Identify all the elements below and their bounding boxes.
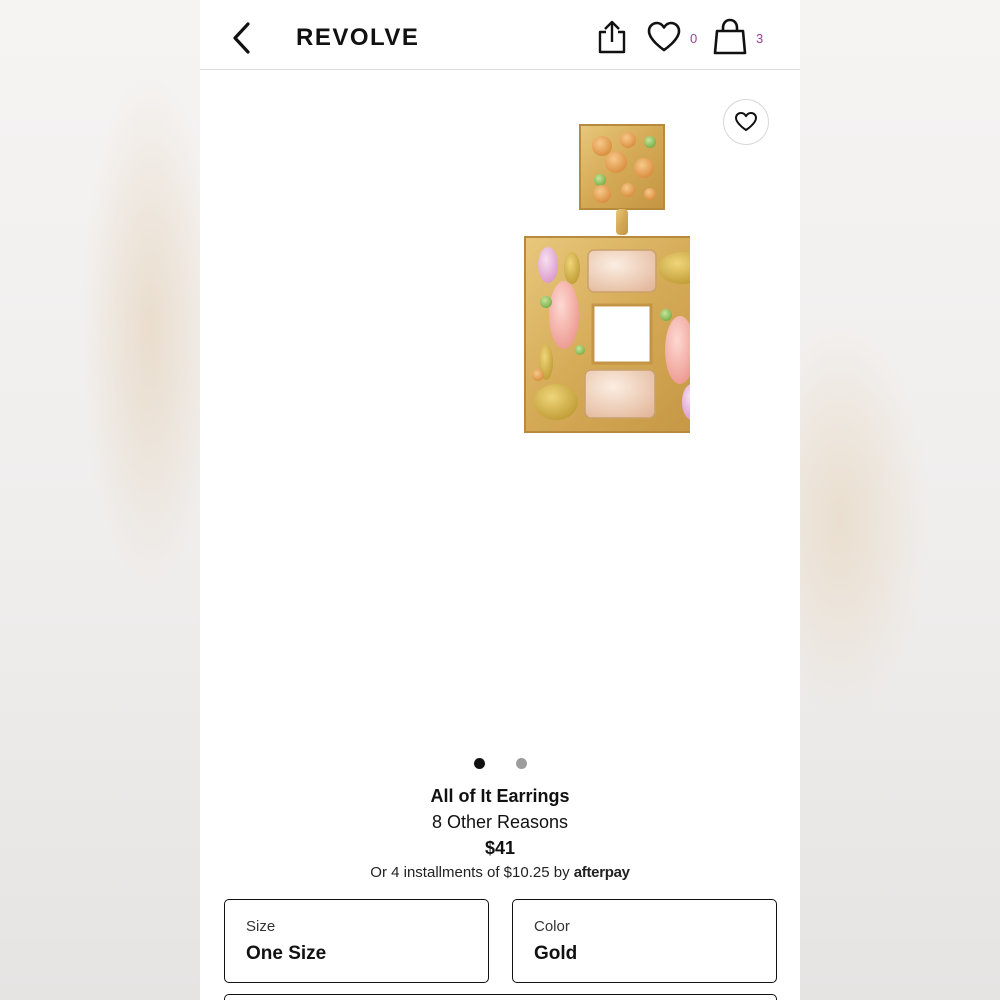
share-button[interactable] bbox=[596, 18, 628, 56]
favorite-button[interactable] bbox=[723, 99, 769, 145]
wishlist-button[interactable] bbox=[646, 20, 682, 54]
next-section-box[interactable] bbox=[224, 994, 777, 1000]
top-nav-bar: REVOLVE 0 3 bbox=[200, 0, 800, 70]
color-selector[interactable]: Color Gold bbox=[512, 899, 777, 983]
app-screen: REVOLVE 0 3 All of It Earrings 8 Other R… bbox=[200, 0, 800, 1000]
size-label: Size bbox=[246, 918, 276, 935]
color-label: Color bbox=[534, 918, 570, 935]
earring-left bbox=[524, 124, 690, 433]
heart-icon bbox=[735, 112, 757, 131]
pagination-dot-1[interactable] bbox=[474, 758, 485, 769]
size-value: One Size bbox=[246, 943, 327, 964]
wishlist-count-badge: 0 bbox=[690, 31, 698, 46]
product-image[interactable] bbox=[310, 110, 690, 700]
installments-text: Or 4 installments of $10.25 by bbox=[370, 864, 574, 881]
background-blur-left bbox=[0, 0, 200, 1000]
image-pagination bbox=[472, 757, 532, 771]
shopping-bag-button[interactable] bbox=[712, 18, 748, 56]
color-value: Gold bbox=[534, 943, 578, 964]
share-icon bbox=[598, 20, 626, 54]
installments-note: Or 4 installments of $10.25 by afterpay bbox=[200, 864, 800, 881]
pagination-dot-2[interactable] bbox=[516, 758, 527, 769]
back-button[interactable] bbox=[228, 20, 258, 56]
brand-logo[interactable]: REVOLVE bbox=[296, 24, 419, 52]
product-name: All of It Earrings bbox=[430, 786, 570, 806]
bag-count-badge: 3 bbox=[756, 31, 764, 46]
product-price: $41 bbox=[484, 838, 516, 858]
shopping-bag-icon bbox=[713, 18, 747, 55]
background-blur-right bbox=[800, 0, 1000, 1000]
product-brand[interactable]: 8 Other Reasons bbox=[200, 812, 800, 833]
heart-icon bbox=[647, 21, 681, 52]
size-selector[interactable]: Size One Size bbox=[224, 899, 489, 983]
chevron-left-icon bbox=[233, 22, 250, 54]
afterpay-logo[interactable]: afterpay bbox=[574, 864, 630, 881]
